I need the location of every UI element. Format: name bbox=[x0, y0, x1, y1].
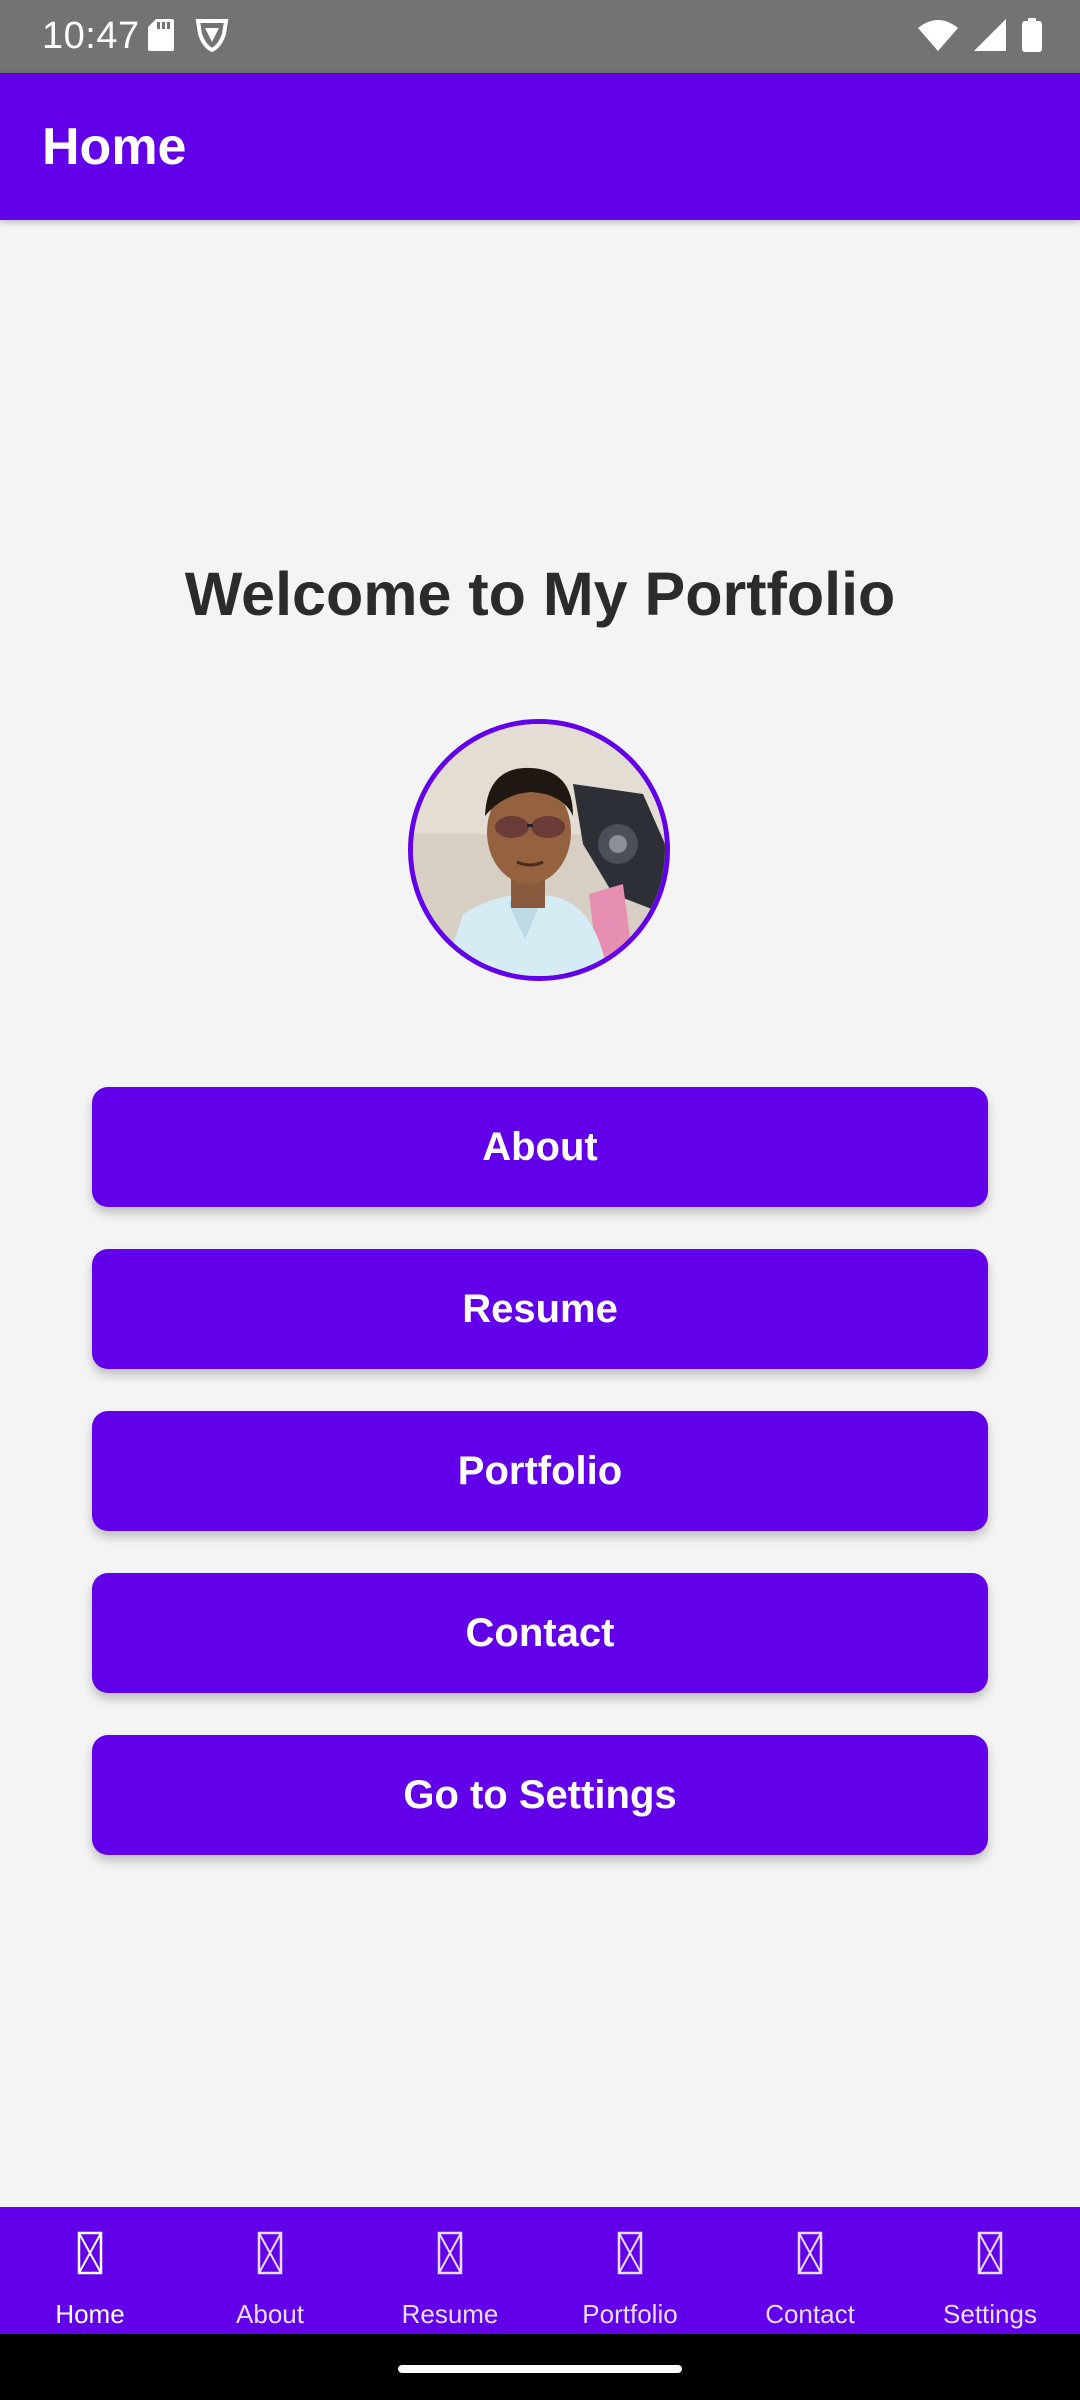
welcome-heading: Welcome to My Portfolio bbox=[184, 560, 896, 628]
bottom-nav-label: Contact bbox=[765, 2299, 855, 2329]
status-time: 10:47 bbox=[42, 15, 140, 57]
status-left-icons bbox=[148, 18, 230, 57]
bottom-nav-settings[interactable]: Settings bbox=[900, 2207, 1080, 2334]
bottom-nav-label: Settings bbox=[943, 2299, 1037, 2329]
wifi-icon bbox=[918, 19, 958, 56]
sd-card-icon bbox=[148, 19, 174, 56]
bottom-nav-portfolio[interactable]: Portfolio bbox=[540, 2207, 720, 2334]
profile-avatar bbox=[408, 719, 670, 981]
bottom-nav-label: Portfolio bbox=[582, 2299, 678, 2329]
status-right-icons bbox=[918, 18, 1042, 57]
contact-button[interactable]: Contact bbox=[92, 1573, 988, 1693]
portfolio-button[interactable]: Portfolio bbox=[92, 1411, 988, 1531]
missing-glyph-icon bbox=[77, 2231, 103, 2280]
about-button[interactable]: About bbox=[92, 1087, 988, 1207]
bottom-nav-resume[interactable]: Resume bbox=[360, 2207, 540, 2334]
status-bar: 10:47 bbox=[0, 0, 1080, 73]
system-navigation-bar bbox=[0, 2334, 1080, 2400]
bottom-nav-label: Resume bbox=[401, 2299, 499, 2329]
bottom-nav-label: Home bbox=[55, 2299, 125, 2329]
page-title: Home bbox=[42, 118, 187, 176]
bottom-nav-contact[interactable]: Contact bbox=[720, 2207, 900, 2334]
vpn-shield-icon bbox=[194, 18, 230, 57]
bottom-nav-home[interactable]: Home bbox=[0, 2207, 180, 2334]
bottom-navigation: Home About Resume Portfolio Contact Sett… bbox=[0, 2207, 1080, 2334]
gesture-handle[interactable] bbox=[398, 2365, 682, 2373]
resume-button[interactable]: Resume bbox=[92, 1249, 988, 1369]
missing-glyph-icon bbox=[257, 2231, 283, 2280]
app-bar: Home bbox=[0, 73, 1080, 220]
battery-icon bbox=[1022, 18, 1042, 57]
missing-glyph-icon bbox=[977, 2231, 1003, 2280]
cellular-signal-icon bbox=[974, 19, 1006, 56]
missing-glyph-icon bbox=[797, 2231, 823, 2280]
go-to-settings-button[interactable]: Go to Settings bbox=[92, 1735, 988, 1855]
missing-glyph-icon bbox=[437, 2231, 463, 2280]
bottom-nav-about[interactable]: About bbox=[180, 2207, 360, 2334]
missing-glyph-icon bbox=[617, 2231, 643, 2280]
bottom-nav-label: About bbox=[236, 2299, 304, 2329]
